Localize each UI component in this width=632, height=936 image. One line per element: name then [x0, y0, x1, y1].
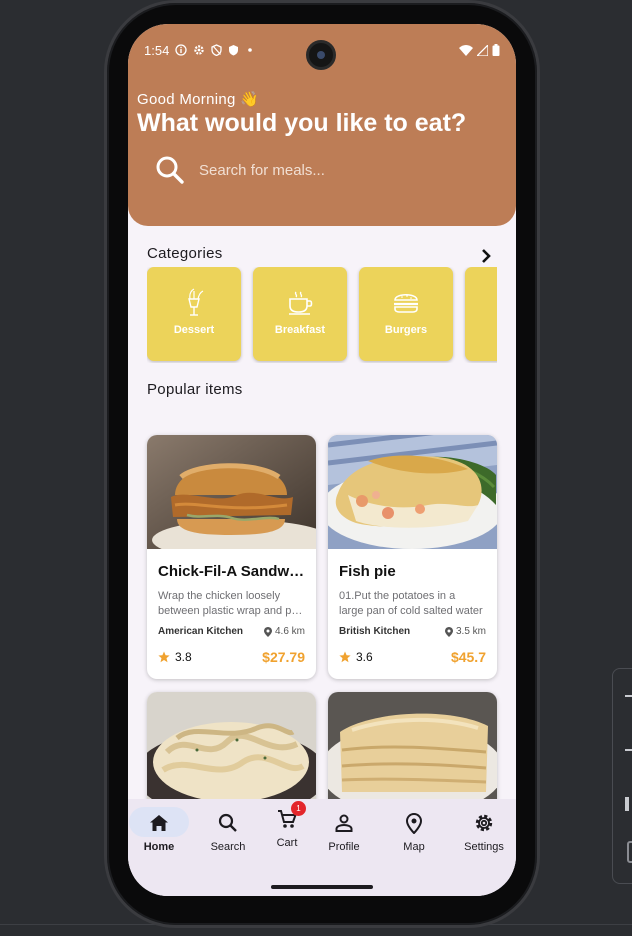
- food-kitchen: British Kitchen: [339, 626, 411, 637]
- food-price: $45.7: [450, 649, 486, 665]
- greeting: Good Morning 👋: [137, 91, 260, 108]
- categories-list: Dessert Breakfast Burgers: [147, 267, 497, 363]
- dot-icon: [248, 48, 253, 52]
- nav-label: Profile: [328, 841, 360, 853]
- food-card-pasta[interactable]: [147, 692, 316, 812]
- header: 1:54 Good Morning 👋 What would you like …: [128, 24, 516, 226]
- app-screen: 1:54 Good Morning 👋 What would you like …: [128, 24, 516, 896]
- location-pin-icon: [263, 626, 272, 637]
- search-input[interactable]: Search for meals...: [199, 162, 325, 179]
- food-rating: 3.6: [339, 650, 373, 664]
- distance-value: 3.5 km: [455, 626, 486, 637]
- food-description-line: large pan of cold salted water: [339, 605, 483, 617]
- food-distance: 4.6 km: [263, 626, 305, 637]
- gesture-home-bar[interactable]: [271, 885, 373, 889]
- front-camera: [306, 40, 336, 70]
- food-card-pie[interactable]: [328, 692, 497, 812]
- home-icon: [150, 815, 168, 831]
- panel-mark: [625, 695, 632, 697]
- star-icon: [158, 651, 170, 663]
- location-pin-icon: [444, 626, 453, 637]
- distance-value: 4.6 km: [274, 626, 305, 637]
- nav-label: Home: [143, 841, 175, 853]
- nav-icon-wrap: [384, 807, 444, 837]
- food-kitchen: American Kitchen: [158, 626, 244, 637]
- nav-profile[interactable]: Profile: [309, 807, 379, 853]
- coffee-cup-icon: [289, 291, 313, 315]
- nav-home[interactable]: Home: [128, 807, 194, 853]
- food-name: Fish pie: [339, 563, 396, 580]
- panel-toggle[interactable]: [627, 841, 632, 863]
- nav-icon-wrap: [198, 807, 258, 837]
- page-title: What would you like to eat?: [137, 109, 467, 137]
- status-system-icons: [459, 44, 500, 56]
- status-time: 1:54: [144, 42, 170, 58]
- nav-map[interactable]: Map: [379, 807, 449, 853]
- category-partial[interactable]: [465, 267, 497, 361]
- food-description-line: Wrap the chicken loosely: [158, 590, 281, 602]
- categories-title: Categories: [147, 245, 223, 262]
- battery-icon: [492, 44, 500, 56]
- popular-title: Popular items: [147, 381, 243, 398]
- gear-icon: [475, 814, 493, 832]
- info-icon: [175, 44, 187, 56]
- shield-icon: [211, 44, 222, 56]
- rating-value: 3.6: [356, 650, 373, 664]
- food-description: Wrap the chicken loosely between plastic…: [158, 589, 306, 619]
- food-card-chick-fil-a[interactable]: Chick-Fil-A Sandwich Wrap the chicken lo…: [147, 435, 316, 679]
- panel-mark: [625, 749, 632, 751]
- food-image-pie: [328, 692, 497, 806]
- nav-icon-wrap: 1: [257, 801, 317, 833]
- status-notification-icons: [175, 44, 255, 56]
- nav-indicator: [129, 807, 189, 837]
- wifi-icon: [459, 44, 473, 56]
- shield-filled-icon: [229, 45, 239, 56]
- food-image-sandwich: [147, 435, 316, 549]
- nav-icon-wrap: [454, 807, 514, 837]
- category-dessert[interactable]: Dessert: [147, 267, 241, 361]
- food-card-fish-pie[interactable]: Fish pie 01.Put the potatoes in a large …: [328, 435, 497, 679]
- search-bar[interactable]: Search for meals...: [154, 152, 474, 188]
- category-burgers[interactable]: Burgers: [359, 267, 453, 361]
- food-description: 01.Put the potatoes in a large pan of co…: [339, 589, 487, 619]
- burger-icon: [394, 293, 418, 313]
- category-label: Dessert: [173, 324, 215, 336]
- gear-icon: [194, 45, 205, 55]
- signal-icon: [477, 44, 488, 56]
- nav-icon-wrap: [314, 807, 374, 837]
- food-image-pasta: [147, 692, 316, 806]
- rating-value: 3.8: [175, 650, 192, 664]
- dessert-icon: [188, 288, 204, 316]
- nav-settings[interactable]: Settings: [449, 807, 516, 853]
- cart-badge: 1: [291, 801, 306, 816]
- panel-mark: [625, 797, 629, 811]
- food-rating: 3.8: [158, 650, 192, 664]
- location-pin-icon: [405, 812, 423, 834]
- food-description-line: 01.Put the potatoes in a: [339, 590, 456, 602]
- food-image-fish-pie: [328, 435, 497, 549]
- food-price: $27.79: [262, 649, 305, 665]
- category-label: Burgers: [384, 324, 428, 336]
- nav-label: Settings: [464, 841, 504, 853]
- emulator-side-panel: [612, 668, 632, 884]
- bottom-navigation: Home Search 1 Cart Profile Map Settings: [128, 799, 516, 896]
- food-distance: 3.5 km: [444, 626, 486, 637]
- category-label: Breakfast: [274, 324, 326, 336]
- category-breakfast[interactable]: Breakfast: [253, 267, 347, 361]
- food-description-line: between plastic wrap and pound: [158, 605, 306, 617]
- person-icon: [335, 814, 353, 832]
- food-name: Chick-Fil-A Sandwich: [158, 563, 308, 580]
- star-icon: [339, 651, 351, 663]
- search-icon: [156, 156, 184, 184]
- chevron-right-icon[interactable]: [478, 246, 494, 266]
- nav-label: Map: [403, 841, 425, 853]
- search-icon: [218, 813, 237, 832]
